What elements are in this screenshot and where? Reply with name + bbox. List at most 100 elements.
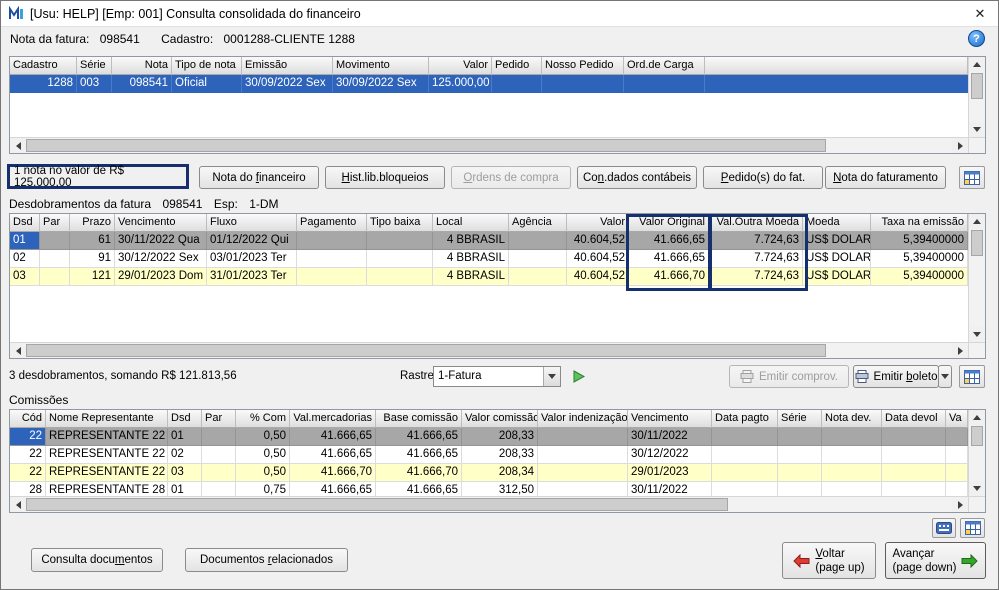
- vertical-scrollbar[interactable]: [968, 410, 985, 496]
- cell-base-comissao[interactable]: 41.666,70: [376, 464, 462, 482]
- column-header-dsd[interactable]: Dsd: [10, 214, 40, 232]
- cell-dsd[interactable]: 03: [10, 268, 40, 286]
- column-header-valor-indenizacao[interactable]: Valor indenização: [538, 410, 628, 428]
- cell-cod[interactable]: 22: [10, 464, 46, 482]
- cell-val-mercadorias[interactable]: 41.666,65: [290, 428, 376, 446]
- emitir-boleto-button[interactable]: Emitir boleto: [853, 365, 939, 388]
- cell-pagamento[interactable]: [297, 250, 367, 268]
- cell-data-pagto[interactable]: [712, 464, 778, 482]
- column-header-base-comissao[interactable]: Base comissão: [376, 410, 462, 428]
- rastrear-go-button[interactable]: [567, 365, 589, 387]
- column-header-ord-de-carga[interactable]: Ord.de Carga: [624, 57, 705, 75]
- cell-data-devol[interactable]: [882, 464, 946, 482]
- column-header-tipo-de-nota[interactable]: Tipo de nota: [172, 57, 242, 75]
- cell-prazo[interactable]: 121: [70, 268, 115, 286]
- scroll-up-button[interactable]: [969, 214, 985, 229]
- cell-agencia[interactable]: [509, 268, 567, 286]
- cell-vencimento[interactable]: 30/12/2022 Sex: [115, 250, 207, 268]
- cell-prazo[interactable]: 91: [70, 250, 115, 268]
- cell-agencia[interactable]: [509, 250, 567, 268]
- scroll-thumb[interactable]: [971, 426, 983, 446]
- cell-val-outra-moeda[interactable]: 7.724,63: [709, 250, 803, 268]
- vertical-scrollbar[interactable]: [968, 57, 985, 137]
- cell-pct-com[interactable]: 0,50: [236, 464, 290, 482]
- export-grid-button[interactable]: [960, 518, 985, 538]
- column-header-valor-original[interactable]: Valor Original: [629, 214, 709, 232]
- cell-dsd[interactable]: 01: [168, 482, 202, 496]
- cell-dsd[interactable]: 01: [168, 428, 202, 446]
- scroll-thumb[interactable]: [26, 498, 728, 511]
- column-header-dsd[interactable]: Dsd: [168, 410, 202, 428]
- cell-nota-dev[interactable]: [822, 482, 882, 496]
- cell-taxa-na-emissao[interactable]: 5,39400000: [871, 232, 968, 250]
- cell-nome-representante[interactable]: REPRESENTANTE 28: [46, 482, 168, 496]
- cell-nome-representante[interactable]: REPRESENTANTE 22: [46, 464, 168, 482]
- cell-pagamento[interactable]: [297, 268, 367, 286]
- cell-dsd[interactable]: 03: [168, 464, 202, 482]
- column-header-nosso-pedido[interactable]: Nosso Pedido: [542, 57, 624, 75]
- cell-emissao[interactable]: 30/09/2022 Sex: [242, 75, 333, 93]
- column-header-pct-com[interactable]: % Com: [236, 410, 290, 428]
- cell-local[interactable]: 4 BBRASIL: [433, 268, 509, 286]
- hist-lib-bloqueios-button[interactable]: Hist.lib.bloqueios: [325, 166, 445, 189]
- cell-cadastro[interactable]: 1288: [10, 75, 77, 93]
- nota-do-faturamento-button[interactable]: Nota do faturamento: [825, 166, 946, 189]
- cell-local[interactable]: 4 BBRASIL: [433, 250, 509, 268]
- cell-base-comissao[interactable]: 41.666,65: [376, 446, 462, 464]
- cell-pct-com[interactable]: 0,75: [236, 482, 290, 496]
- cell-moeda[interactable]: US$ DOLAR: [803, 232, 871, 250]
- cell-vencimento[interactable]: 30/11/2022 Qua: [115, 232, 207, 250]
- cell-nome-representante[interactable]: REPRESENTANTE 22: [46, 446, 168, 464]
- cell-tipo-baixa[interactable]: [367, 250, 433, 268]
- cell-par[interactable]: [202, 446, 236, 464]
- cell-par[interactable]: [40, 268, 70, 286]
- cell-valor-indenizacao[interactable]: [538, 428, 628, 446]
- cell-nota[interactable]: 098541: [112, 75, 172, 93]
- cell-fluxo[interactable]: 31/01/2023 Ter: [207, 268, 297, 286]
- table-row[interactable]: 02 91 30/12/2022 Sex 03/01/2023 Ter 4 BB…: [10, 250, 968, 268]
- column-header-local[interactable]: Local: [433, 214, 509, 232]
- cell-nosso-pedido[interactable]: [542, 75, 624, 93]
- cell-cod[interactable]: 22: [10, 446, 46, 464]
- cell-data-devol[interactable]: [882, 482, 946, 496]
- cell-val-outra-moeda[interactable]: 7.724,63: [709, 268, 803, 286]
- cell-vencimento[interactable]: 30/11/2022: [628, 428, 712, 446]
- cell-nota-dev[interactable]: [822, 464, 882, 482]
- column-header-cadastro[interactable]: Cadastro: [10, 57, 77, 75]
- scroll-right-button[interactable]: [952, 343, 968, 358]
- chevron-down-icon[interactable]: [543, 367, 560, 386]
- column-header-data-devol[interactable]: Data devol: [882, 410, 946, 428]
- horizontal-scrollbar[interactable]: [10, 137, 985, 153]
- cell-movimento[interactable]: 30/09/2022 Sex: [333, 75, 429, 93]
- export-grid-button[interactable]: [959, 365, 985, 388]
- scroll-thumb[interactable]: [971, 73, 983, 99]
- cell-valor-indenizacao[interactable]: [538, 464, 628, 482]
- table-row[interactable]: 1288 003 098541 Oficial 30/09/2022 Sex 3…: [10, 75, 968, 93]
- cell-valor-comissao[interactable]: 208,33: [462, 428, 538, 446]
- cell-local[interactable]: 4 BBRASIL: [433, 232, 509, 250]
- table-row[interactable]: 01 61 30/11/2022 Qua 01/12/2022 Qui 4 BB…: [10, 232, 968, 250]
- cell-va[interactable]: [946, 482, 968, 496]
- column-header-nome-representante[interactable]: Nome Representante: [46, 410, 168, 428]
- horizontal-scrollbar[interactable]: [10, 496, 985, 512]
- cell-par[interactable]: [40, 250, 70, 268]
- cell-vencimento[interactable]: 29/01/2023: [628, 464, 712, 482]
- column-header-emissao[interactable]: Emissão: [242, 57, 333, 75]
- cell-nome-representante[interactable]: REPRESENTANTE 22: [46, 428, 168, 446]
- cell-valor-comissao[interactable]: 312,50: [462, 482, 538, 496]
- horizontal-scrollbar[interactable]: [10, 342, 985, 358]
- cell-pedido[interactable]: [492, 75, 542, 93]
- cell-dsd[interactable]: 01: [10, 232, 40, 250]
- close-icon[interactable]: ✕: [962, 1, 998, 26]
- cell-serie[interactable]: 003: [77, 75, 112, 93]
- cell-base-comissao[interactable]: 41.666,65: [376, 428, 462, 446]
- column-header-valor[interactable]: Valor: [567, 214, 629, 232]
- table-row[interactable]: 22 REPRESENTANTE 22 03 0,50 41.666,70 41…: [10, 464, 968, 482]
- emitir-boleto-dropdown-button[interactable]: [938, 365, 952, 388]
- cell-tipo-baixa[interactable]: [367, 232, 433, 250]
- column-header-tipo-baixa[interactable]: Tipo baixa: [367, 214, 433, 232]
- column-header-agencia[interactable]: Agência: [509, 214, 567, 232]
- column-header-nota[interactable]: Nota: [112, 57, 172, 75]
- keyboard-panel-button[interactable]: [932, 518, 956, 538]
- cell-fluxo[interactable]: 01/12/2022 Qui: [207, 232, 297, 250]
